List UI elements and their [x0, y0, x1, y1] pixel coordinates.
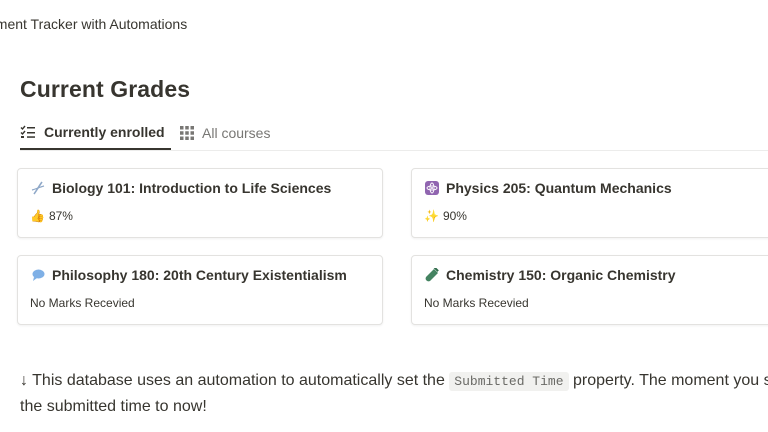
course-card-chemistry[interactable]: Chemistry 150: Organic Chemistry No Mark…: [411, 255, 768, 325]
tab-label: Currently enrolled: [44, 124, 165, 140]
course-title: Biology 101: Introduction to Life Scienc…: [52, 180, 332, 196]
course-title: Chemistry 150: Organic Chemistry: [446, 267, 676, 283]
sparkles-icon: ✨: [424, 209, 439, 223]
breadcrumb[interactable]: nment Tracker with Automations: [0, 16, 187, 32]
tab-currently-enrolled[interactable]: Currently enrolled: [20, 116, 171, 150]
card-title-row: Physics 205: Quantum Mechanics: [424, 180, 672, 196]
automation-note: ↓ This database uses an automation to au…: [20, 368, 768, 419]
grade-row: No Marks Recevied: [424, 296, 529, 310]
inline-code-submitted-time: Submitted Time: [449, 372, 569, 391]
grade-value: 90%: [442, 209, 467, 223]
grid-icon: [180, 125, 194, 140]
page-title: Current Grades: [20, 76, 191, 102]
grade-row: ✨ 90%: [424, 209, 467, 223]
card-title-row: Philosophy 180: 20th Century Existential…: [30, 267, 347, 283]
course-title: Physics 205: Quantum Mechanics: [446, 180, 672, 196]
course-title: Philosophy 180: 20th Century Existential…: [52, 267, 347, 283]
grade-value: 87%: [48, 209, 73, 223]
thumbs-up-icon: 👍: [30, 209, 45, 223]
note-line-2: the submitted time to now!: [20, 398, 207, 415]
dna-icon: [30, 180, 46, 196]
grade-row: No Marks Recevied: [30, 296, 135, 310]
note-prefix: ↓ This database uses an automation to au…: [20, 372, 445, 389]
atom-icon: [424, 180, 440, 196]
view-tabs: Currently enrolled All courses: [20, 116, 768, 151]
card-title-row: Biology 101: Introduction to Life Scienc…: [30, 180, 331, 196]
grade-value: No Marks Recevied: [30, 296, 135, 310]
tab-label: All courses: [202, 124, 271, 141]
course-card-biology[interactable]: Biology 101: Introduction to Life Scienc…: [17, 168, 383, 238]
checklist-icon: [20, 125, 35, 138]
note-suffix: property. The moment you s: [572, 372, 768, 389]
course-card-philosophy[interactable]: Philosophy 180: 20th Century Existential…: [17, 255, 383, 325]
course-card-physics[interactable]: Physics 205: Quantum Mechanics ✨ 90%: [411, 168, 768, 238]
grade-row: 👍 87%: [30, 209, 73, 223]
grade-value: No Marks Recevied: [424, 296, 529, 310]
card-title-row: Chemistry 150: Organic Chemistry: [424, 267, 676, 283]
speech-bubble-icon: [30, 267, 46, 283]
test-tube-icon: [424, 267, 440, 283]
tab-all-courses[interactable]: All courses: [180, 116, 270, 149]
